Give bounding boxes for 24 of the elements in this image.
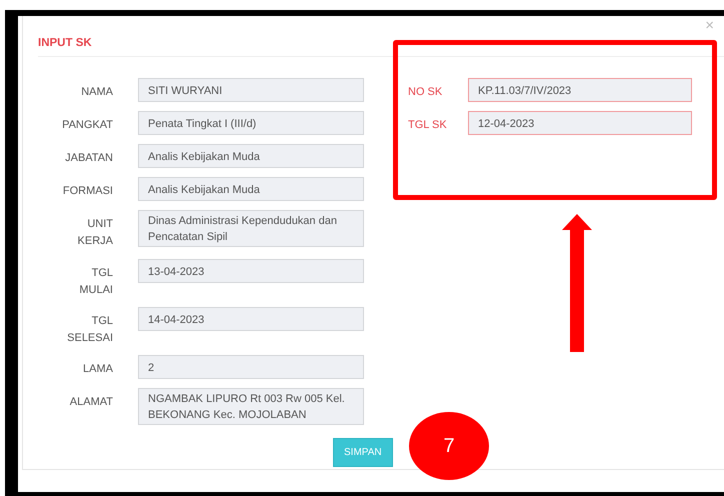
- field-label: NAMA: [80, 85, 113, 100]
- field-label: ALAMAT: [68, 395, 113, 410]
- field-label: JABATAN: [64, 151, 113, 166]
- field-label: UNIT KERJA: [76, 217, 113, 248]
- field-label: LAMA: [82, 362, 113, 377]
- dialog-title: INPUT SK: [38, 36, 92, 51]
- input-field[interactable]: Analis Kebijakan Muda: [138, 144, 364, 168]
- input-field[interactable]: Analis Kebijakan Muda: [138, 177, 364, 201]
- field-label: TGL SELESAI: [66, 314, 113, 346]
- input-field[interactable]: 2: [138, 355, 364, 379]
- field-label: PANGKAT: [61, 118, 113, 133]
- input-field[interactable]: Penata Tingkat I (III/d): [138, 111, 364, 135]
- text-area[interactable]: NGAMBAK LIPURO Rt 003 Rw 005 Kel. BEKONANG Kec. MOJOLABAN: [138, 388, 364, 425]
- text-area[interactable]: Dinas Administrasi Kependudukan dan Pencatatan Sipil: [138, 210, 364, 247]
- field-label: TGL MULAI: [78, 266, 113, 298]
- field-label: NO SK: [408, 85, 444, 100]
- input-field[interactable]: 13-04-2023: [138, 259, 364, 283]
- input-field[interactable]: SITI WURYANI: [138, 78, 364, 102]
- field-label: FORMASI: [62, 184, 113, 199]
- field-label: TGL SK: [408, 118, 448, 133]
- input-field[interactable]: KP.11.03/7/IV/2023: [468, 78, 692, 102]
- input-field[interactable]: 14-04-2023: [138, 307, 364, 331]
- input-field[interactable]: 12-04-2023: [468, 111, 692, 135]
- step-number: 7: [409, 412, 489, 480]
